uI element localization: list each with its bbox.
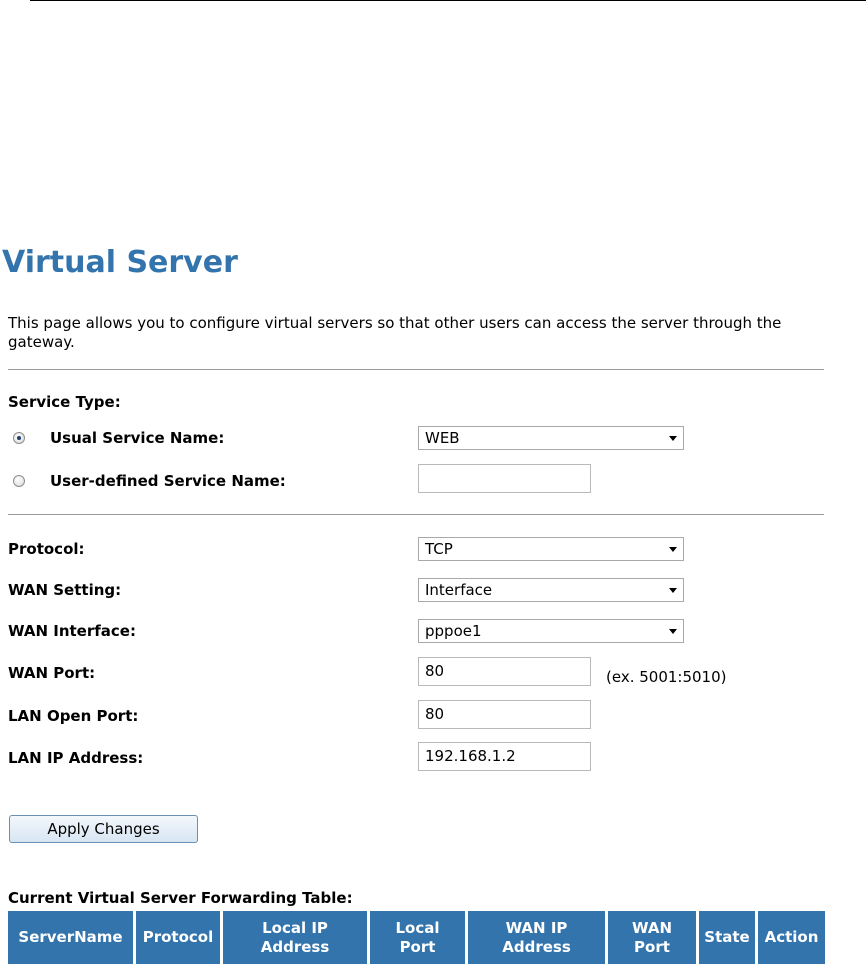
column-header-wan-ip-address: WAN IP Address xyxy=(468,911,605,964)
top-rule xyxy=(30,0,866,1)
divider xyxy=(8,514,824,515)
lan-open-port-input[interactable]: 80 xyxy=(418,700,591,729)
wan-interface-value: pppoe1 xyxy=(425,622,482,640)
page-title: Virtual Server xyxy=(2,245,238,280)
divider xyxy=(8,369,824,370)
lan-open-port-label: LAN Open Port: xyxy=(8,707,139,725)
wan-port-hint: (ex. 5001:5010) xyxy=(606,668,727,686)
usual-service-select[interactable]: WEB xyxy=(418,426,684,450)
lan-ip-address-label: LAN IP Address: xyxy=(8,749,144,767)
wan-interface-label: WAN Interface: xyxy=(8,622,136,640)
column-header-state: State xyxy=(699,911,755,964)
user-defined-service-label: User-defined Service Name: xyxy=(50,472,286,490)
column-header-server-name: ServerName xyxy=(8,911,133,964)
usual-service-value: WEB xyxy=(425,429,460,447)
protocol-select[interactable]: TCP xyxy=(418,537,684,561)
column-header-local-ip-address: Local IP Address xyxy=(223,911,367,964)
wan-interface-select[interactable]: pppoe1 xyxy=(418,619,684,643)
wan-setting-value: Interface xyxy=(425,581,493,599)
radio-selected-dot xyxy=(17,436,21,440)
protocol-label: Protocol: xyxy=(8,540,85,558)
service-type-label: Service Type: xyxy=(8,393,121,411)
user-defined-service-radio[interactable] xyxy=(13,475,25,487)
column-header-local-port: Local Port xyxy=(370,911,465,964)
chevron-down-icon xyxy=(669,629,677,634)
column-header-protocol: Protocol xyxy=(136,911,220,964)
wan-setting-select[interactable]: Interface xyxy=(418,578,684,602)
chevron-down-icon xyxy=(669,547,677,552)
column-header-action: Action xyxy=(758,911,825,964)
forwarding-table-title: Current Virtual Server Forwarding Table: xyxy=(8,889,353,907)
wan-setting-label: WAN Setting: xyxy=(8,581,122,599)
usual-service-radio[interactable] xyxy=(13,432,25,444)
apply-changes-button[interactable]: Apply Changes xyxy=(9,815,198,843)
wan-port-label: WAN Port: xyxy=(8,664,96,682)
chevron-down-icon xyxy=(669,588,677,593)
protocol-value: TCP xyxy=(425,540,453,558)
column-header-wan-port: WAN Port xyxy=(608,911,696,964)
chevron-down-icon xyxy=(669,436,677,441)
wan-port-input[interactable]: 80 xyxy=(418,657,591,686)
usual-service-label: Usual Service Name: xyxy=(50,429,225,447)
user-defined-service-input[interactable] xyxy=(418,464,591,493)
lan-ip-address-input[interactable]: 192.168.1.2 xyxy=(418,742,591,771)
page-description: This page allows you to configure virtua… xyxy=(8,314,782,351)
